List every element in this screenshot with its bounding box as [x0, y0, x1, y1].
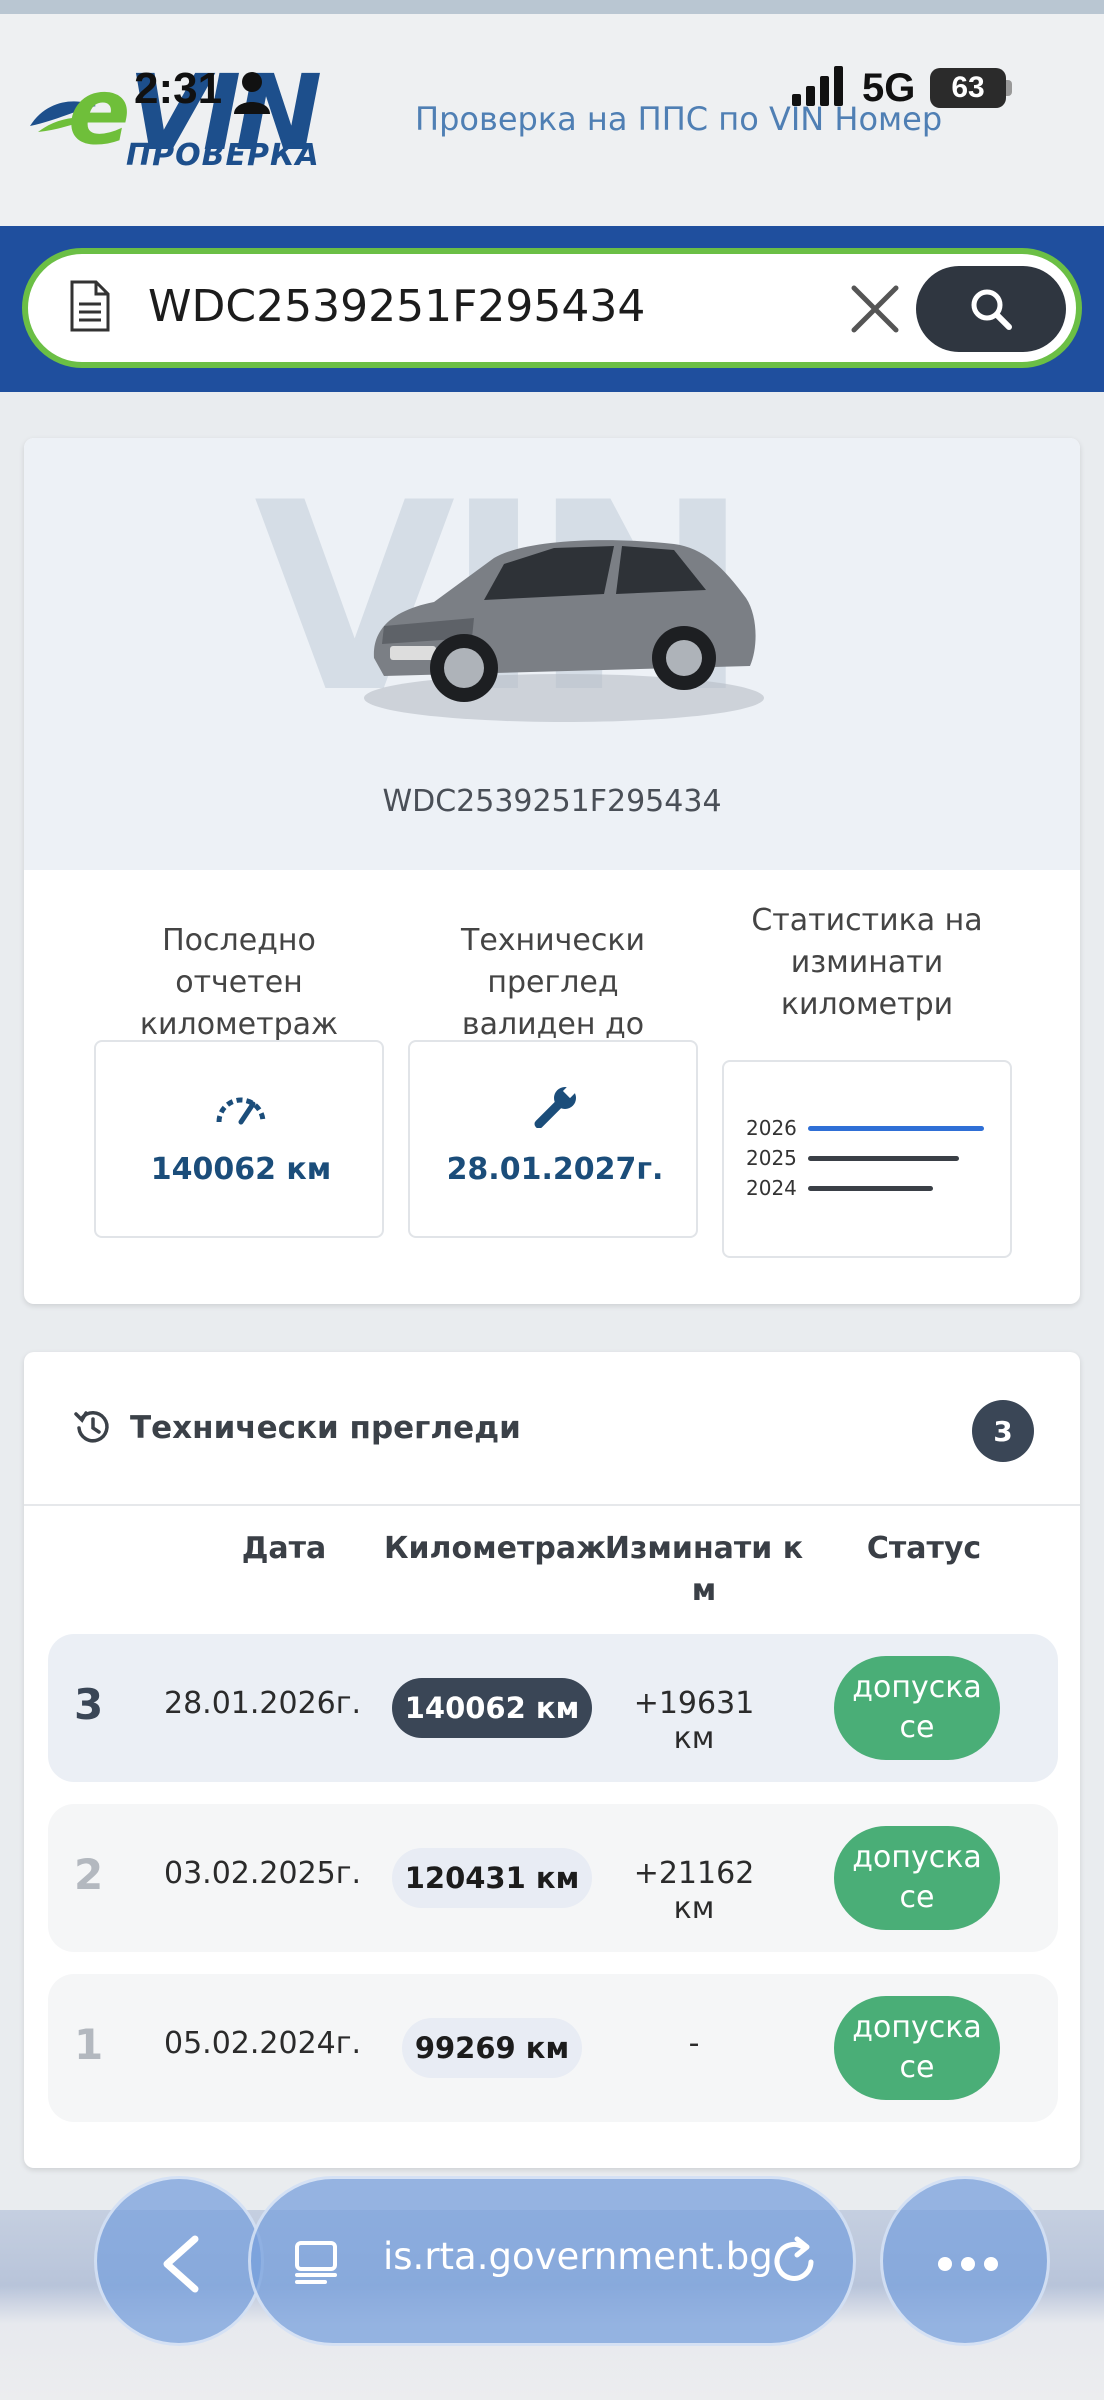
- stat-label-line: Последно отчетен: [162, 923, 316, 1000]
- row-driven-km: +21162 км: [633, 1856, 755, 1926]
- search-icon: [971, 289, 1012, 330]
- back-button[interactable]: [94, 2176, 264, 2346]
- column-driven-km-line: м: [691, 1573, 717, 1608]
- stat-label-mileage: Последно отчетен километраж: [94, 920, 384, 1046]
- signal-icon: [792, 66, 843, 106]
- mini-chart-year: 2024: [746, 1176, 797, 1200]
- vehicle-hero: VIN WDC2539251F295434: [24, 438, 1080, 870]
- inspections-count-badge: 3: [972, 1400, 1034, 1462]
- inspections-title: Технически прегледи: [130, 1410, 521, 1446]
- stat-label-statistics: Статистика на изминати километри: [722, 900, 1012, 1026]
- row-mileage-badge: 120431 км: [392, 1848, 592, 1908]
- stat-label-line: Статистика на: [751, 903, 983, 938]
- logo-subtitle: ПРОВЕРКА: [126, 138, 320, 173]
- stat-label-line: Технически преглед: [461, 923, 645, 1000]
- mini-chart-bar: [808, 1186, 933, 1191]
- inspections-card: Технически прегледи 3 Дата Километраж Из…: [24, 1352, 1080, 2168]
- table-row[interactable]: 3 28.01.2026г. 140062 км +19631 км допус…: [48, 1634, 1058, 1782]
- table-row[interactable]: 2 03.02.2025г. 120431 км +21162 км допус…: [48, 1804, 1058, 1952]
- row-number: 3: [74, 1680, 104, 1729]
- row-date: 05.02.2024г.: [164, 2026, 362, 2061]
- column-mileage: Километраж: [384, 1531, 606, 1566]
- status-badge: допуска се: [834, 1826, 1000, 1930]
- status-line: допуска: [852, 1840, 982, 1875]
- reload-icon[interactable]: [767, 2235, 821, 2289]
- document-icon: [70, 280, 110, 332]
- url-text: is.rta.government.bg: [383, 2235, 773, 2278]
- status-time: 2:31: [134, 64, 223, 113]
- stat-value-mileage: 140062 км: [150, 1152, 332, 1187]
- status-line: допуска: [852, 1670, 982, 1705]
- status-line: се: [899, 1880, 935, 1915]
- row-mileage-badge: 140062 км: [392, 1678, 592, 1738]
- stat-label-line: километри: [780, 987, 954, 1022]
- search-box: [22, 248, 1082, 368]
- vehicle-card: VIN WDC2539251F295434 Последно отчетен к…: [24, 438, 1080, 1304]
- row-date: 03.02.2025г.: [164, 1856, 362, 1891]
- row-mileage-badge: 99269 км: [402, 2018, 582, 2078]
- table-row[interactable]: 1 05.02.2024г. 99269 км - допуска се: [48, 1974, 1058, 2122]
- status-line: се: [899, 2050, 935, 2085]
- car-image: [364, 540, 764, 722]
- column-date: Дата: [241, 1531, 327, 1566]
- vehicle-vin: WDC2539251F295434: [382, 784, 722, 819]
- stat-label-line: изминати: [790, 945, 944, 980]
- row-driven-km: +19631 км: [633, 1686, 755, 1756]
- row-date: 28.01.2026г.: [164, 1686, 362, 1721]
- mileage-mini-chart[interactable]: 2026 2025 2024: [722, 1060, 1012, 1258]
- network-type: 5G: [862, 66, 916, 110]
- stat-box-inspection: 28.01.2027г.: [408, 1040, 698, 1238]
- column-driven-km: Изминати к м: [604, 1528, 804, 1612]
- more-button[interactable]: [880, 2176, 1050, 2346]
- row-number: 1: [74, 2020, 104, 2069]
- chevron-left-icon: [163, 2235, 199, 2293]
- stat-value-inspection: 28.01.2027г.: [446, 1152, 664, 1187]
- status-badge: допуска се: [834, 1996, 1000, 2100]
- top-band: [0, 0, 1104, 14]
- search-button[interactable]: [916, 266, 1066, 352]
- mini-chart-bar: [808, 1156, 959, 1161]
- row-driven-km: -: [688, 2026, 700, 2061]
- status-line: се: [899, 1710, 935, 1745]
- logo-e: e: [68, 58, 130, 165]
- status-line: допуска: [852, 2010, 982, 2045]
- column-status: Статус: [866, 1531, 982, 1566]
- status-badge: допуска се: [834, 1656, 1000, 1760]
- person-icon: [234, 72, 270, 114]
- stat-label-inspection: Технически преглед валиден до: [408, 920, 698, 1046]
- vin-search-input[interactable]: [146, 276, 786, 336]
- tabs-icon: [295, 2241, 337, 2284]
- stat-box-mileage: 140062 км: [94, 1040, 384, 1238]
- mini-chart-bar: [808, 1126, 984, 1131]
- history-icon: [74, 1410, 109, 1443]
- battery-icon: 63: [930, 68, 1006, 108]
- wrench-icon: [534, 1084, 578, 1128]
- address-bar[interactable]: is.rta.government.bg: [248, 2176, 856, 2346]
- clear-icon[interactable]: [848, 282, 902, 336]
- row-number: 2: [74, 1850, 104, 1899]
- more-icon: [938, 2257, 998, 2271]
- mini-chart-year: 2026: [746, 1116, 797, 1140]
- speedometer-icon: [216, 1097, 266, 1125]
- column-driven-km-line: Изминати к: [604, 1531, 804, 1566]
- battery-tip: [1006, 80, 1012, 96]
- mini-chart-year: 2025: [746, 1146, 797, 1170]
- divider: [24, 1504, 1080, 1506]
